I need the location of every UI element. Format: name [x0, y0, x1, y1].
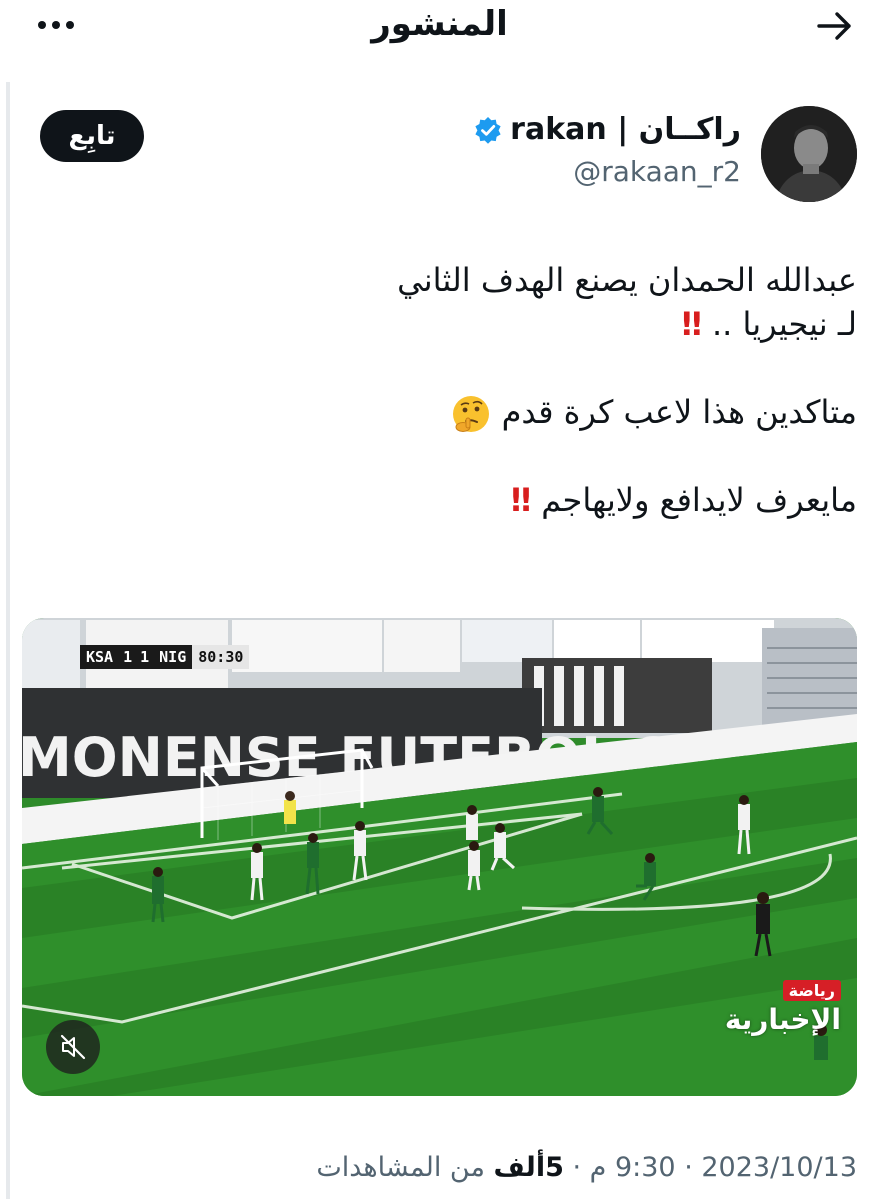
author-name[interactable]: راكــان | rakan — [510, 112, 741, 147]
broadcaster-logo: رياضة الإخبارية — [725, 980, 841, 1036]
avatar-image — [761, 106, 857, 202]
double-exclamation-icon: ‼ — [681, 305, 706, 343]
tweet-time[interactable]: 9:30 م — [590, 1152, 676, 1183]
tweet-line: مايعرف لايدافع ولايهاجم ‼ — [511, 481, 857, 519]
tweet-line: عبدالله الحمدان يصنع الهدف الثاني — [397, 261, 857, 299]
home-score: 1 — [119, 645, 137, 669]
thinking-face-icon — [453, 396, 490, 432]
broadcaster-name: الإخبارية — [724, 1003, 841, 1036]
avatar[interactable] — [761, 106, 857, 202]
tweet-line: لـ نيجيريا .. ‼ — [681, 305, 857, 343]
away-score: 1 — [136, 645, 154, 669]
follow-button[interactable]: تابِع — [40, 110, 144, 162]
video-player[interactable]: MONENSE FUTEBOL SAD KSA 1 1 NIG 80:30 ري… — [22, 618, 857, 1096]
page-title: المنشور — [371, 4, 508, 44]
speaker-muted-icon — [60, 1034, 86, 1060]
home-team: KSA — [80, 645, 120, 669]
broadcaster-tag: رياضة — [782, 980, 841, 1001]
tweet-date[interactable]: 2023/10/13 — [701, 1152, 857, 1183]
mute-button[interactable] — [46, 1020, 100, 1074]
top-bar: المنشور — [0, 0, 879, 60]
views-label: من المشاهدات — [316, 1152, 485, 1183]
author-info: راكــان | rakan @rakaan_r2 — [474, 112, 741, 188]
verified-badge-icon — [475, 116, 501, 144]
tweet-text: عبدالله الحمدان يصنع الهدف الثاني لـ نيج… — [57, 258, 857, 522]
away-team: NIG — [153, 645, 193, 669]
tweet-line: متاكدين هذا لاعب كرة قدم — [57, 390, 857, 434]
double-exclamation-icon: ‼ — [511, 481, 535, 519]
tweet-meta: 2023/10/13 · 9:30 م · 5ألف من المشاهدات — [316, 1152, 857, 1183]
views-count: 5ألف — [493, 1152, 564, 1183]
thread-rule — [6, 82, 10, 1199]
scorebug: KSA 1 1 NIG 80:30 — [80, 644, 250, 670]
match-clock: 80:30 — [192, 645, 250, 669]
author-handle[interactable]: @rakaan_r2 — [474, 155, 741, 188]
arrow-right-icon[interactable] — [815, 6, 855, 46]
